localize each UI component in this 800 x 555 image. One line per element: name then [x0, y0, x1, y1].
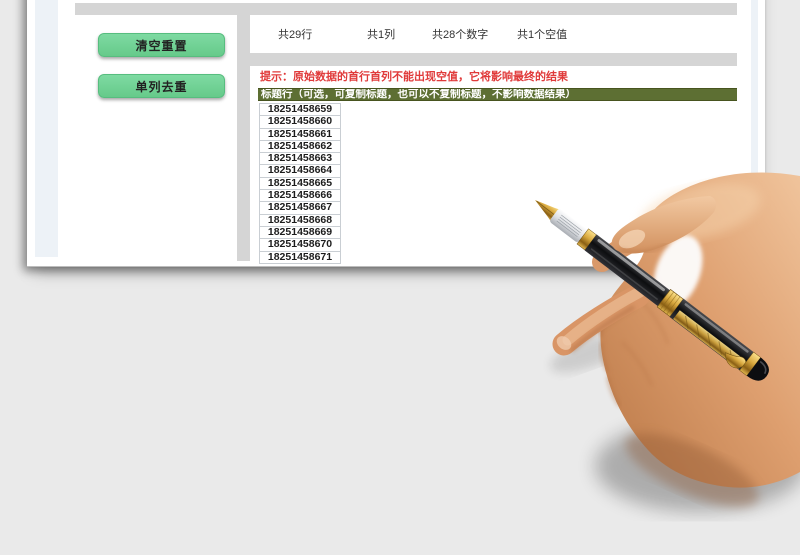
table-header-cell[interactable]: 标题行（可选，可复制标题，也可以不复制标题，不影响数据结果）	[258, 88, 737, 101]
table-row[interactable]: 18251458660	[259, 116, 341, 128]
table-row[interactable]: 18251458671	[259, 252, 341, 264]
table-row[interactable]: 18251458664	[259, 165, 341, 177]
hand-holding-pen-photo	[520, 155, 800, 555]
table-row[interactable]: 18251458666	[259, 190, 341, 202]
separator-band	[250, 53, 737, 66]
table-row[interactable]: 18251458661	[259, 129, 341, 141]
table-row[interactable]: 18251458665	[259, 178, 341, 190]
panel-divider	[237, 3, 250, 261]
table-row[interactable]: 18251458662	[259, 141, 341, 153]
stat-item: 共28个数字	[432, 15, 488, 53]
single-column-dedupe-button[interactable]: 单列去重	[98, 74, 225, 98]
paper-margin-strip-left	[35, 0, 58, 257]
table-row[interactable]: 18251458663	[259, 153, 341, 165]
stats-row: 共29行 共1列 共28个数字共1个空值	[250, 15, 737, 53]
table-row[interactable]: 18251458659	[259, 104, 341, 116]
hint-text: 提示：原始数据的首行首列不能出现空值，它将影响最终的结果	[260, 70, 568, 84]
table-row[interactable]: 18251458670	[259, 239, 341, 251]
table-row[interactable]: 18251458668	[259, 215, 341, 227]
table-row[interactable]: 18251458667	[259, 202, 341, 214]
stat-item: 共29行	[278, 15, 312, 53]
top-chrome-bar	[75, 3, 737, 15]
number-column: 1825145865918251458660182514586611825145…	[259, 103, 341, 264]
table-row[interactable]: 18251458669	[259, 227, 341, 239]
stat-item: 共1个空值	[517, 15, 567, 53]
clear-reset-button[interactable]: 清空重置	[98, 33, 225, 57]
stat-item: 共1列	[367, 15, 395, 53]
